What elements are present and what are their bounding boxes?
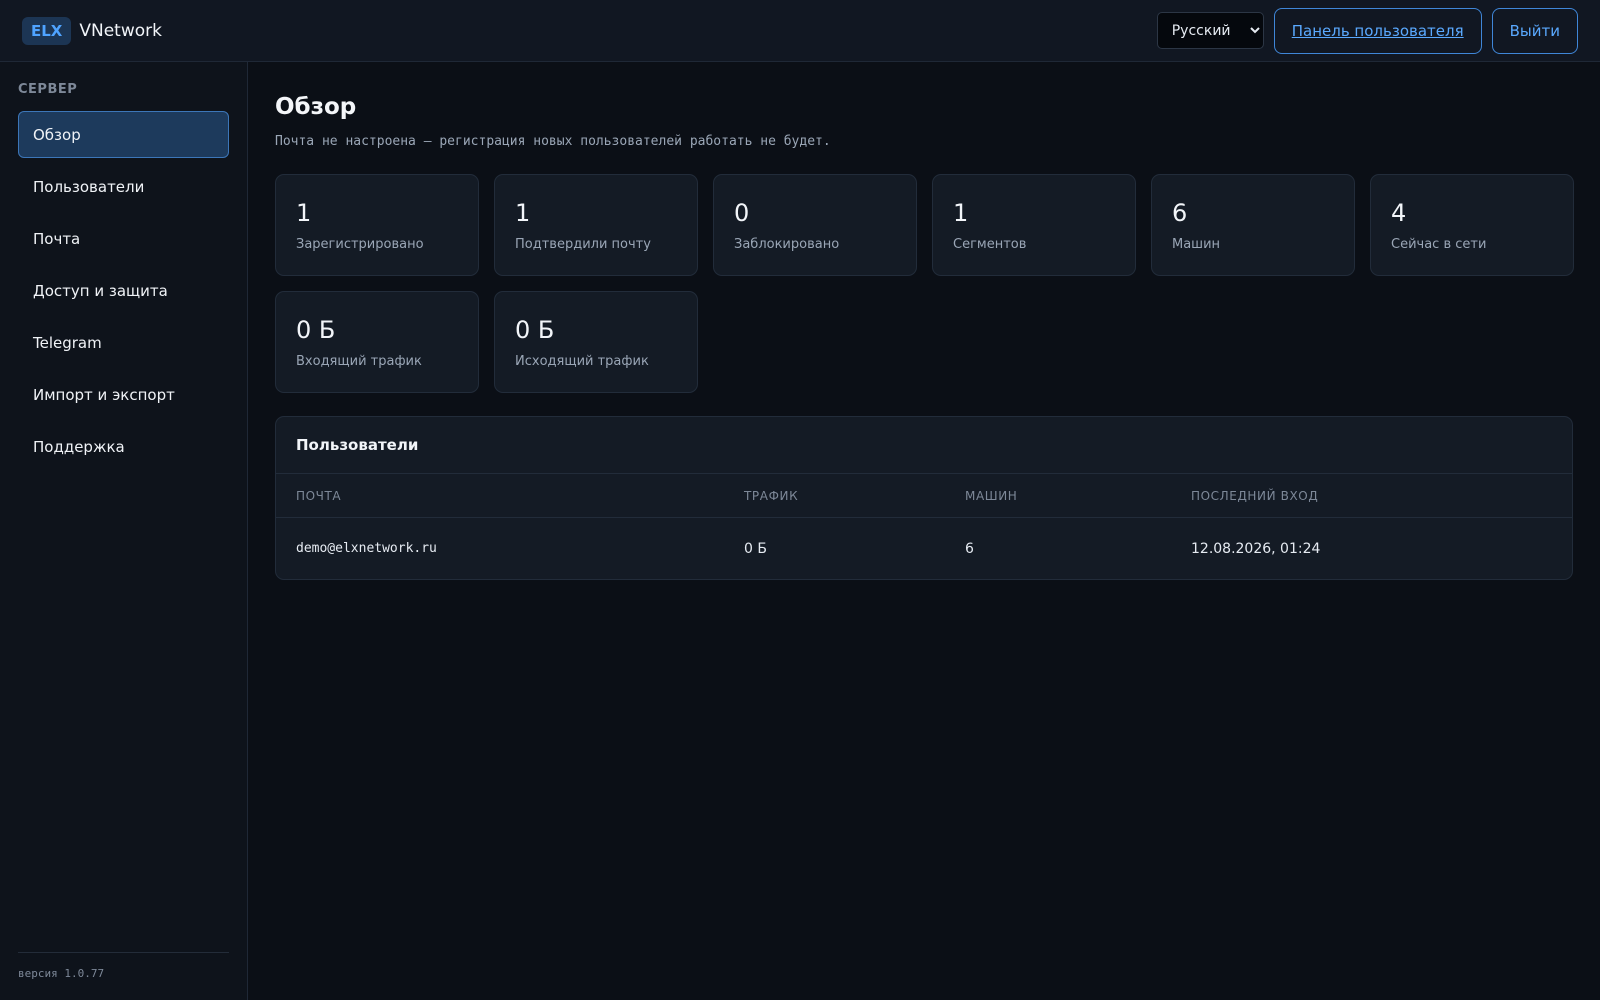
- stat-card-segments: 1 Сегментов: [932, 174, 1136, 276]
- logout-button[interactable]: Выйти: [1491, 7, 1578, 54]
- column-header-traffic: ТРАФИК: [744, 488, 799, 503]
- sidebar-item-import-export[interactable]: Импорт и экспорт: [18, 371, 229, 418]
- column-header-last-login: ПОСЛЕДНИЙ ВХОД: [1191, 488, 1319, 503]
- cell-last-login: 12.08.2026, 01:24: [1191, 540, 1321, 557]
- table-row[interactable]: demo@elxnetwork.ru 0 Б 6 12.08.2026, 01:…: [276, 518, 1572, 579]
- stat-card-registered: 1 Зарегистрировано: [275, 174, 479, 276]
- brand[interactable]: ELX VNetwork: [22, 16, 162, 45]
- stat-label: Входящий трафик: [296, 354, 422, 369]
- sidebar-item-mail[interactable]: Почта: [18, 215, 229, 262]
- stat-card-outgoing-traffic: 0 Б Исходящий трафик: [494, 291, 698, 393]
- stat-label: Заблокировано: [734, 237, 840, 252]
- column-header-email: ПОЧТА: [296, 488, 342, 503]
- stat-label: Сейчас в сети: [1391, 237, 1487, 252]
- stat-card-confirmed: 1 Подтвердили почту: [494, 174, 698, 276]
- stat-label: Машин: [1172, 237, 1221, 252]
- stat-card-incoming-traffic: 0 Б Входящий трафик: [275, 291, 479, 393]
- users-table-header: ПОЧТА ТРАФИК МАШИН ПОСЛЕДНИЙ ВХОД: [276, 474, 1572, 518]
- stat-label: Подтвердили почту: [515, 237, 651, 252]
- users-panel: Пользователи ПОЧТА ТРАФИК МАШИН ПОСЛЕДНИ…: [275, 416, 1573, 580]
- stat-value: 0 Б: [296, 316, 336, 344]
- mail-warning-notice: Почта не настроена — регистрация новых п…: [275, 134, 831, 149]
- user-panel-button[interactable]: Панель пользователя: [1273, 7, 1482, 54]
- brand-logo-badge: ELX: [22, 16, 72, 45]
- sidebar-section-title: СЕРВЕР: [18, 82, 78, 97]
- stat-label: Исходящий трафик: [515, 354, 649, 369]
- sidebar-item-overview[interactable]: Обзор: [18, 111, 229, 158]
- stat-value: 0 Б: [515, 316, 555, 344]
- page-title: Обзор: [275, 94, 357, 120]
- stat-card-online: 4 Сейчас в сети: [1370, 174, 1574, 276]
- sidebar-item-users[interactable]: Пользователи: [18, 163, 229, 210]
- cell-machines: 6: [965, 540, 974, 557]
- language-select[interactable]: Русский: [1156, 12, 1264, 49]
- stat-value: 1: [296, 199, 312, 227]
- sidebar: СЕРВЕР Обзор Пользователи Почта Доступ и…: [0, 62, 248, 1000]
- stat-label: Зарегистрировано: [296, 237, 424, 252]
- cell-email: demo@elxnetwork.ru: [296, 541, 437, 556]
- cell-traffic: 0 Б: [744, 540, 767, 557]
- stat-card-blocked: 0 Заблокировано: [713, 174, 917, 276]
- column-header-machines: МАШИН: [965, 488, 1018, 503]
- stat-card-machines: 6 Машин: [1151, 174, 1355, 276]
- header-actions: Русский Панель пользователя Выйти: [1156, 7, 1578, 54]
- stats-grid: 1 Зарегистрировано 1 Подтвердили почту 0…: [275, 174, 1575, 393]
- stat-value: 1: [515, 199, 531, 227]
- sidebar-item-support[interactable]: Поддержка: [18, 423, 229, 470]
- stat-value: 6: [1172, 199, 1188, 227]
- stat-value: 1: [953, 199, 969, 227]
- sidebar-item-access-security[interactable]: Доступ и защита: [18, 267, 229, 314]
- version-label: версия 1.0.77: [18, 952, 229, 980]
- sidebar-item-telegram[interactable]: Telegram: [18, 319, 229, 366]
- stat-value: 4: [1391, 199, 1407, 227]
- users-panel-title: Пользователи: [276, 417, 1572, 474]
- top-bar: ELX VNetwork Русский Панель пользователя…: [0, 0, 1600, 62]
- stat-label: Сегментов: [953, 237, 1027, 252]
- stat-value: 0: [734, 199, 750, 227]
- main-content: Обзор Почта не настроена — регистрация н…: [275, 62, 1575, 580]
- brand-name: VNetwork: [79, 20, 162, 41]
